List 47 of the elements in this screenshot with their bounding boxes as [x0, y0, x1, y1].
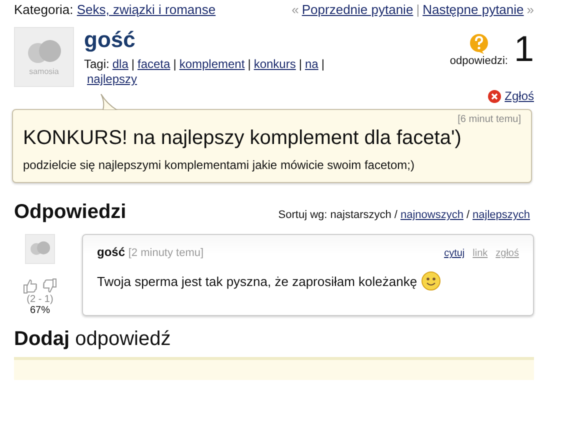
report-icon	[488, 90, 501, 102]
category-label: Kategoria:	[14, 2, 74, 17]
answer-author: gość	[97, 245, 126, 259]
category-link[interactable]: Seks, związki i romanse	[76, 2, 216, 17]
answer-action-link[interactable]: cytuj	[444, 248, 465, 259]
tag-link[interactable]: komplement	[179, 57, 245, 71]
answer-text: Twoja sperma jest tak pyszna, że zaprosiłam koleżankę	[97, 274, 418, 288]
answers-count: 1	[514, 31, 534, 67]
tag-link[interactable]: konkurs	[254, 57, 296, 71]
tag-link[interactable]: dla	[112, 57, 128, 71]
previous-question-link[interactable]: Poprzednie pytanie	[302, 2, 414, 17]
question-body: podzielcie się najlepszymi komplementami jakie mówicie swoim facetom;)	[23, 158, 416, 172]
avatar-icon: samosia	[14, 27, 74, 87]
sort-label: Sortuj wg:	[278, 209, 328, 221]
answer-time: [2 minuty temu]	[128, 247, 204, 259]
separator: |	[416, 2, 420, 17]
sort-option[interactable]: najstarszych	[330, 209, 392, 221]
add-answer-heading: Dodaj odpowiedź	[14, 328, 172, 351]
avatar-icon	[25, 234, 55, 264]
tag-separator: |	[131, 57, 134, 71]
question-time: [6 minut temu]	[456, 114, 521, 125]
thumbs-up-icon[interactable]	[22, 278, 38, 294]
answers-label: odpowiedzi:	[450, 55, 508, 67]
tag-separator: |	[173, 57, 176, 71]
author-name: gość	[84, 27, 136, 53]
tag-separator: |	[248, 57, 251, 71]
question-title: KONKURS! na najlepszy komplement dla faceta')	[23, 127, 462, 150]
next-mark: »	[526, 2, 534, 17]
smiley-icon	[421, 271, 442, 291]
tag-separator: |	[298, 57, 302, 71]
tags-label: Tagi:	[84, 57, 110, 71]
tag-separator: |	[321, 57, 324, 71]
tag-link[interactable]: najlepszy	[87, 72, 138, 86]
sort-separator: /	[394, 209, 398, 221]
tag-link[interactable]: na	[304, 57, 318, 71]
previous-mark: «	[292, 2, 299, 17]
thumbs-down-icon[interactable]	[42, 278, 58, 294]
vote-count: (2 - 1)	[26, 294, 54, 305]
tag-link[interactable]: faceta	[138, 57, 170, 71]
question-icon	[468, 33, 489, 55]
sort-option[interactable]: najlepszych	[472, 209, 530, 221]
sort-option[interactable]: najnowszych	[400, 209, 464, 221]
answers-heading: Odpowiedzi	[14, 201, 126, 224]
report-link[interactable]: Zgłoś	[504, 89, 534, 103]
vote-percent: 67%	[30, 305, 50, 316]
sort-separator: /	[466, 209, 470, 221]
next-question-link[interactable]: Następne pytanie	[422, 2, 524, 17]
